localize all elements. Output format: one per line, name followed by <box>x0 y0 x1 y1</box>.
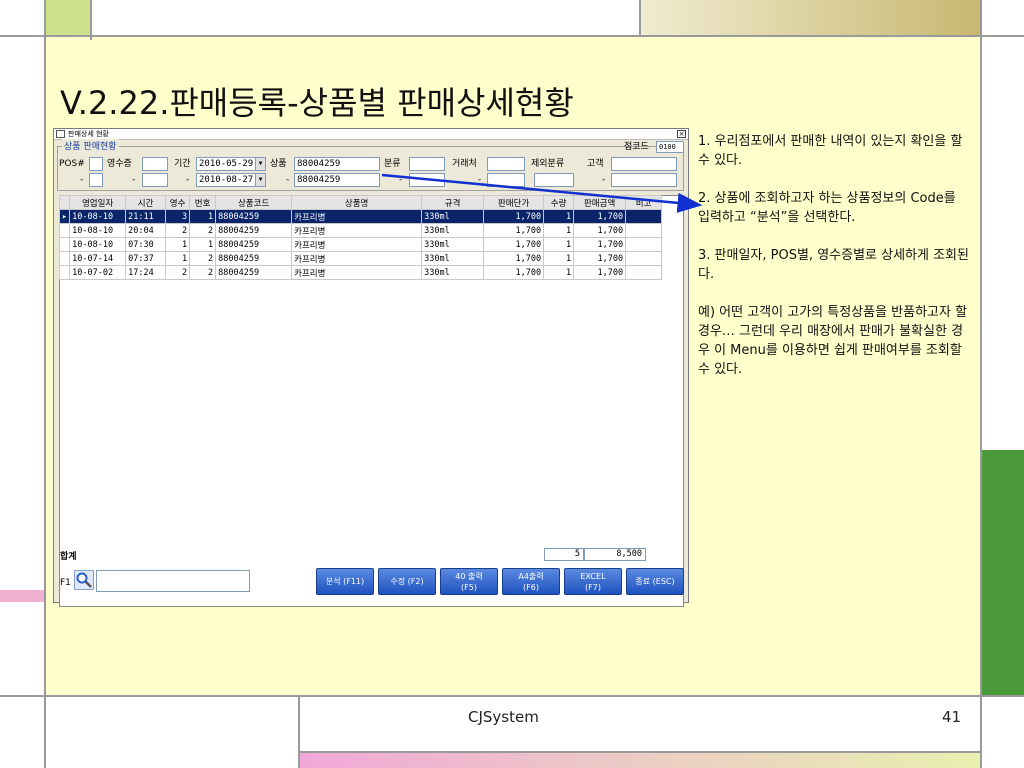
note-item: 2. 상품에 조회하고자 하는 상품정보의 Code를 입력하고 “분석”을 선… <box>698 191 956 225</box>
note-item: 3. 판매일자, POS별, 영수증별로 상세하게 조회된다. <box>698 248 969 282</box>
slide-notes: 1. 우리점포에서 판매한 내역이 있는지 확인을 할 수 있다. 2. 상품에… <box>698 132 970 398</box>
note-item: 예) 어떤 고객이 고가의 특정상품을 반품하고자 할 경우… 그런데 우리 매… <box>698 305 968 377</box>
footer-page-number: 41 <box>942 708 962 726</box>
footer-company: CJSystem <box>468 708 539 726</box>
note-item: 1. 우리점포에서 판매한 내역이 있는지 확인을 할 수 있다. <box>698 134 963 168</box>
